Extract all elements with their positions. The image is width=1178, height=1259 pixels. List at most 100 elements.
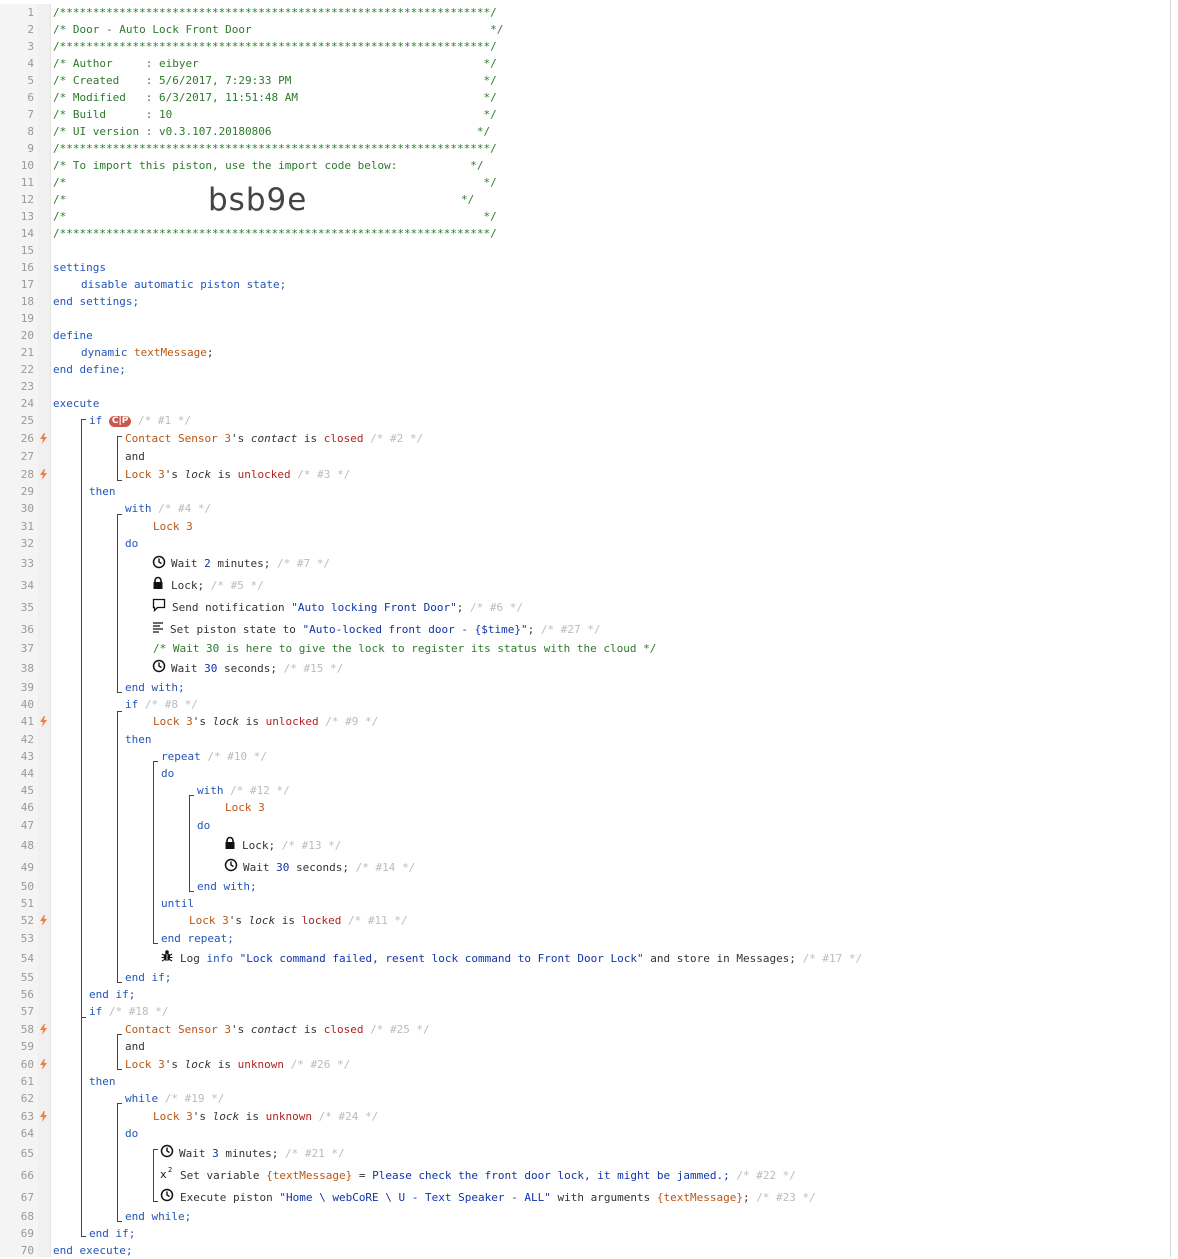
code-token: end while; [125,1210,192,1223]
line-number: 9 [27,142,34,155]
line-number: 65 [20,1147,34,1160]
line-number: 38 [20,662,34,675]
device-name[interactable]: Lock 3 [125,1058,165,1071]
code-line: Set piston state to "Auto-locked front d… [170,621,601,638]
line-number: 62 [20,1092,34,1105]
block-bracket [81,1017,82,1236]
code-line: do [197,817,210,834]
line-number: 67 [20,1191,34,1204]
code-token: unknown [265,1110,312,1123]
code-token: with arguments [557,1191,651,1204]
code-token: /* #15 */ [283,662,344,675]
code-line: dynamic textMessage; [81,344,213,361]
code-line: and [125,448,145,465]
block-bracket [153,1149,154,1201]
code-token: 's [192,1110,206,1123]
line-number: 19 [20,312,34,325]
svg-text:x: x [160,1168,167,1180]
line-number: 16 [20,261,34,274]
code-token: lock [184,468,212,481]
lightning-flag-icon[interactable] [39,915,48,926]
block-bracket-tick [153,943,158,944]
code-line: Lock 3's lock is locked /* #11 */ [189,912,408,929]
line-number: 56 [20,988,34,1001]
block-bracket-tick [117,711,122,712]
code-token: 's [230,432,245,445]
code-token: end if; [125,971,172,984]
line-number: 21 [20,346,34,359]
line-number: 4 [27,57,34,70]
code-line: and [125,1038,145,1055]
code-line: Lock 3's lock is unlocked /* #9 */ [153,713,378,730]
lightning-flag-icon[interactable] [39,1059,48,1070]
line-number: 25 [20,414,34,427]
block-bracket-tick [117,1069,122,1070]
code-token: seconds; [296,861,349,874]
lightning-flag-icon[interactable] [39,1024,48,1035]
lightning-flag-icon[interactable] [39,469,48,480]
block-bracket [189,795,190,891]
line-number: 1 [27,6,34,19]
code-token: 2 [204,557,211,570]
comment-banner: /***************************************… [53,142,497,155]
device-name[interactable]: Lock 3 [153,715,193,728]
device-name[interactable]: Lock 3 [125,468,165,481]
lightning-flag-icon[interactable] [39,433,48,444]
code-token: Execute piston [180,1191,273,1204]
line-number: 33 [20,557,34,570]
keyword-end-settings: end settings; [53,295,140,308]
device-name[interactable]: Lock 3 [189,914,229,927]
line-number: 59 [20,1040,34,1053]
code-token: locked [301,914,342,927]
code-line: Lock 3's lock is unknown /* #24 */ [153,1108,378,1125]
device-name[interactable]: Contact Sensor 3 [125,1023,231,1036]
piston-code-editor: 1 2 3 4 5 6 7 8 9 10 11 12 13 14 15 16 17 18 19 20 21 22 23 24 2… [0,0,1171,1257]
line-number: 47 [20,819,34,832]
code-token: do [197,819,211,832]
code-token: ; [742,1191,750,1204]
line-number: 20 [20,329,34,342]
code-token: 's [228,914,242,927]
code-token: end with; [125,681,185,694]
code-token: is [245,1110,259,1123]
code-line: end define; [53,361,126,378]
line-number: 28 [20,468,34,481]
block-bracket [117,1034,118,1069]
device-name[interactable]: Lock 3 [153,1110,193,1123]
code-token: Lock; [171,579,205,592]
code-line: do [125,1125,138,1142]
line-number: 17 [20,278,34,291]
code-token: lock [248,914,276,927]
code-token: /* #19 */ [164,1092,225,1105]
code-line: until [161,895,194,912]
code-line: Contact Sensor 3's contact is closed /* … [125,430,423,447]
code-token: Wait [179,1147,206,1160]
code-token: end if; [89,988,136,1001]
line-number: 14 [20,227,34,240]
code-token: 's [230,1023,245,1036]
code-line: end if; [89,986,135,1003]
clock-icon [152,555,166,569]
code-line: end with; [125,679,185,696]
code-token: do [125,1127,139,1140]
code-token: lock [212,1110,240,1123]
code-line: /* [53,191,66,208]
device-name[interactable]: Contact Sensor 3 [125,432,231,445]
lightning-flag-icon[interactable] [39,716,48,727]
code-line: end if; [89,1225,135,1242]
clock-icon [224,858,238,872]
code-line: /* UI version : v0.3.107.20180806 */ [53,123,490,140]
code-token: /* #3 */ [297,468,351,481]
code-token: /* #13 */ [281,839,342,852]
device-name[interactable]: Lock 3 [153,520,193,533]
code-line: execute [53,395,99,412]
code-token: /* #25 */ [370,1023,430,1036]
lightning-flag-icon[interactable] [39,1111,48,1122]
code-line: Lock 3's lock is unknown /* #26 */ [125,1056,350,1073]
block-bracket-tick [81,1017,86,1018]
code-line: /* Created : 5/6/2017, 7:29:33 PM */ [53,72,497,89]
device-name[interactable]: Lock 3 [225,801,265,814]
code-line: /***************************************… [53,38,497,55]
line-number: 18 [20,295,34,308]
code-line: /***************************************… [53,225,497,242]
